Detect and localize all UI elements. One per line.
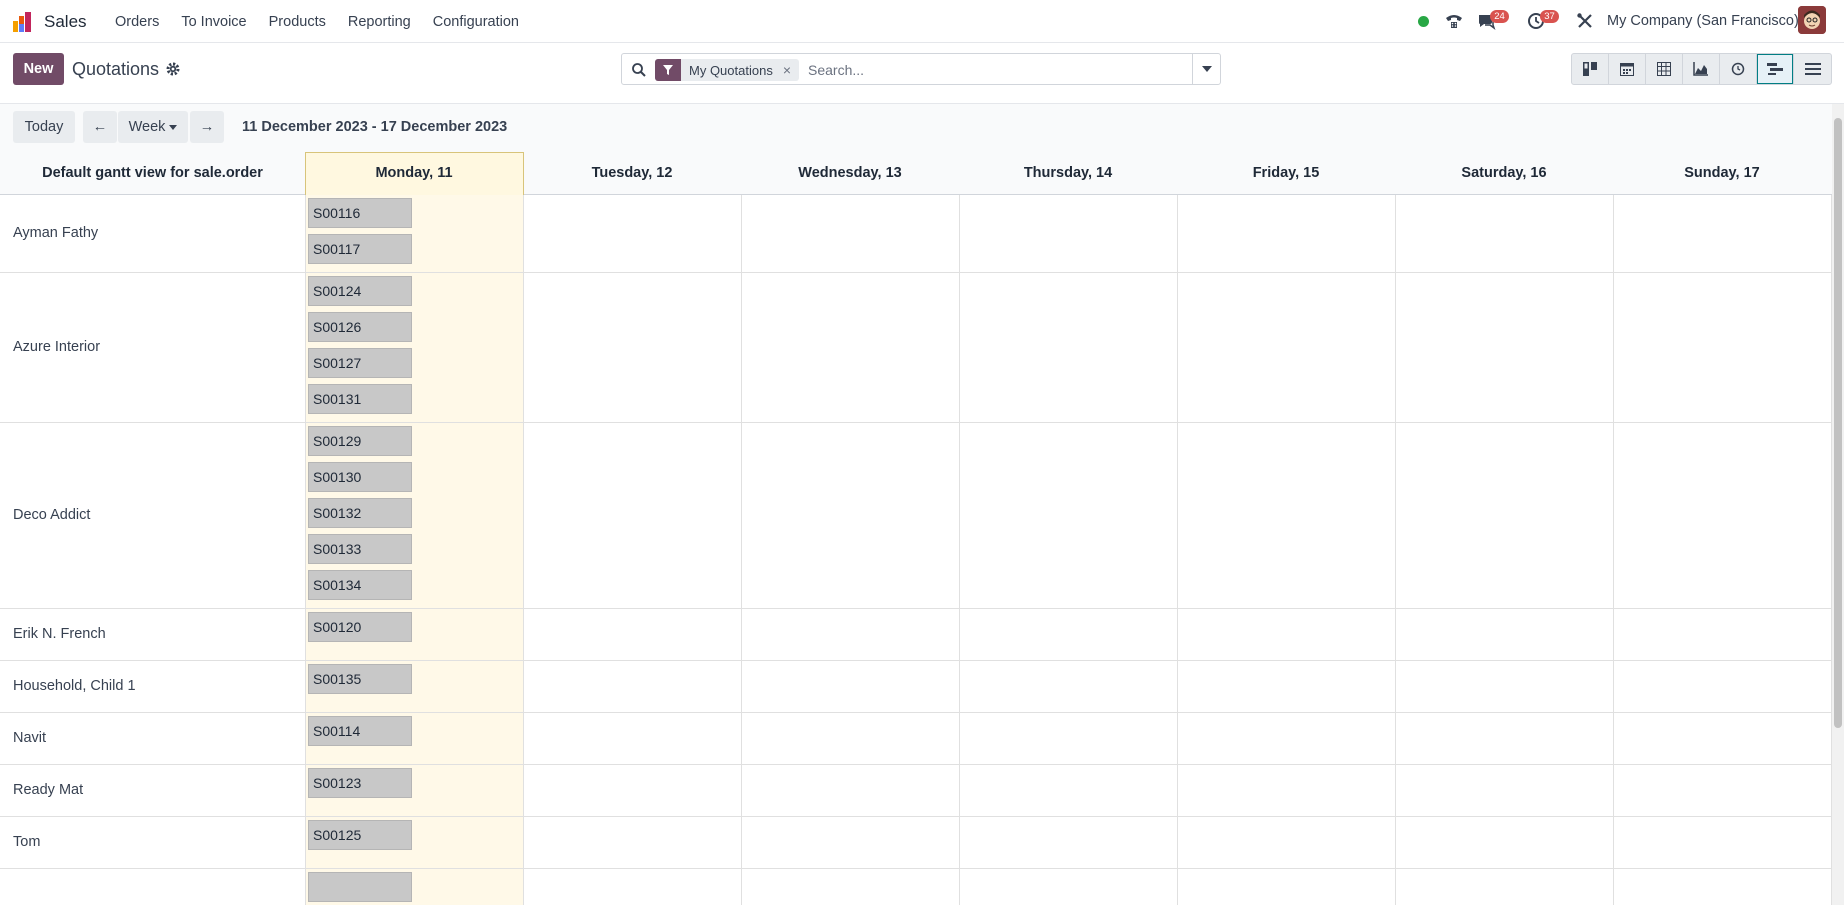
debug-tools-icon[interactable] [1575,11,1595,31]
gantt-row [0,609,1832,661]
phone-icon[interactable] [1444,11,1464,31]
top-navbar: Sales Orders To Invoice Products Reporti… [0,0,1844,43]
list-icon [1804,63,1821,75]
search-options-toggle[interactable] [1192,54,1220,84]
search-icon [632,63,646,77]
page-title: Quotations [72,59,160,79]
pivot-table-icon [1657,62,1671,76]
gantt-row [0,273,1832,423]
gantt-row [0,423,1832,609]
caret-down-icon [1201,66,1212,72]
gantt-row-header-title: Default gantt view for sale.order [42,165,263,181]
gantt-pill[interactable]: S00124 [308,276,412,306]
day-header: Monday, 11 [375,165,453,181]
gantt-pill-partial[interactable] [308,872,412,902]
graph-view-button[interactable] [1683,54,1720,84]
arrow-right-icon: → [199,119,215,135]
gantt-pill[interactable]: S00126 [308,312,412,342]
day-header: Thursday, 14 [1023,165,1113,181]
user-avatar[interactable] [1798,6,1826,34]
gantt-icon [1767,63,1783,75]
gantt-pill[interactable]: S00131 [308,384,412,414]
filter-icon [655,59,681,81]
activity-clock-icon [1731,62,1745,76]
gantt-pill[interactable]: S00116 [308,198,412,228]
search-bar[interactable]: My Quotations × [621,53,1221,85]
gantt-row-label[interactable]: Tom [13,834,40,850]
activity-badge: 37 [1540,10,1559,23]
gantt-row-label[interactable]: Erik N. French [13,626,106,642]
menu-reporting[interactable]: Reporting [337,14,422,30]
facet-remove-icon[interactable]: × [781,62,799,78]
kanban-view-button[interactable] [1572,54,1609,84]
date-range: 11 December 2023 - 17 December 2023 [242,119,508,135]
gantt-pill[interactable]: S00129 [308,426,412,456]
menu-orders[interactable]: Orders [104,14,170,30]
calendar-view-button[interactable] [1609,54,1646,84]
scrollbar-thumb[interactable] [1834,118,1842,728]
gantt-row-label[interactable]: Azure Interior [13,339,100,355]
gantt-pill[interactable]: S00130 [308,462,412,492]
facet-label: My Quotations [689,62,773,78]
gantt-pill[interactable]: S00134 [308,570,412,600]
view-switcher [1571,53,1832,85]
main-menu: Orders To Invoice Products Reporting Con… [104,0,530,43]
app-name[interactable]: Sales [44,12,87,32]
caret-down-icon [169,124,178,130]
control-panel: New Quotations My Quotations × [0,43,1844,104]
scale-dropdown[interactable]: Week [118,111,188,143]
gantt-pill[interactable]: S00125 [308,820,412,850]
gantt-row [0,765,1832,817]
chat-badge: 24 [1490,10,1509,23]
gantt-pill[interactable]: S00120 [308,612,412,642]
previous-button[interactable]: ← [83,111,117,143]
gantt-toolbar: Today ← Week → 11 December 2023 - 17 Dec… [0,104,1832,152]
company-switcher[interactable]: My Company (San Francisco) [1607,13,1799,29]
gantt-row-label[interactable]: Household, Child 1 [13,678,136,694]
gantt-row-label[interactable]: Ready Mat [13,782,83,798]
gear-icon[interactable] [165,61,181,77]
sales-app-icon[interactable] [12,11,34,33]
search-input[interactable] [808,60,1188,80]
scale-label: Week [128,119,166,135]
gantt-row [0,195,1832,273]
gantt-pill[interactable]: S00127 [308,348,412,378]
presence-status-icon[interactable] [1418,16,1429,27]
next-button[interactable]: → [190,111,224,143]
gantt-pill[interactable]: S00123 [308,768,412,798]
gantt-row-label[interactable]: Ayman Fathy [13,225,98,241]
avatar-face-icon [1798,6,1826,34]
day-header: Wednesday, 13 [798,165,902,181]
vertical-scrollbar[interactable] [1832,104,1844,905]
list-view-button[interactable] [1794,54,1831,84]
area-chart-icon [1693,62,1708,76]
day-header: Saturday, 16 [1461,165,1547,181]
day-header: Sunday, 17 [1684,165,1760,181]
gantt-row [0,713,1832,765]
day-header: Tuesday, 12 [591,165,673,181]
today-button[interactable]: Today [13,111,75,143]
gantt-pill[interactable]: S00132 [308,498,412,528]
gantt-view-button[interactable] [1757,54,1794,84]
gantt-row-label[interactable]: Navit [13,730,46,746]
menu-products[interactable]: Products [258,14,337,30]
activity-view-button[interactable] [1720,54,1757,84]
gantt-row [0,817,1832,869]
new-button[interactable]: New [13,53,64,85]
gantt-row-label[interactable]: Deco Addict [13,507,90,523]
gantt-pill[interactable]: S00114 [308,716,412,746]
gantt-pill[interactable]: S00135 [308,664,412,694]
arrow-left-icon: ← [92,119,108,135]
pivot-view-button[interactable] [1646,54,1683,84]
gantt-pill[interactable]: S00133 [308,534,412,564]
search-facet: My Quotations × [655,59,800,81]
gantt-pill[interactable]: S00117 [308,234,412,264]
gantt-row [0,661,1832,713]
menu-to-invoice[interactable]: To Invoice [170,14,257,30]
kanban-icon [1583,62,1597,76]
day-header: Friday, 15 [1252,165,1320,181]
menu-configuration[interactable]: Configuration [422,14,530,30]
calendar-icon [1620,63,1634,76]
